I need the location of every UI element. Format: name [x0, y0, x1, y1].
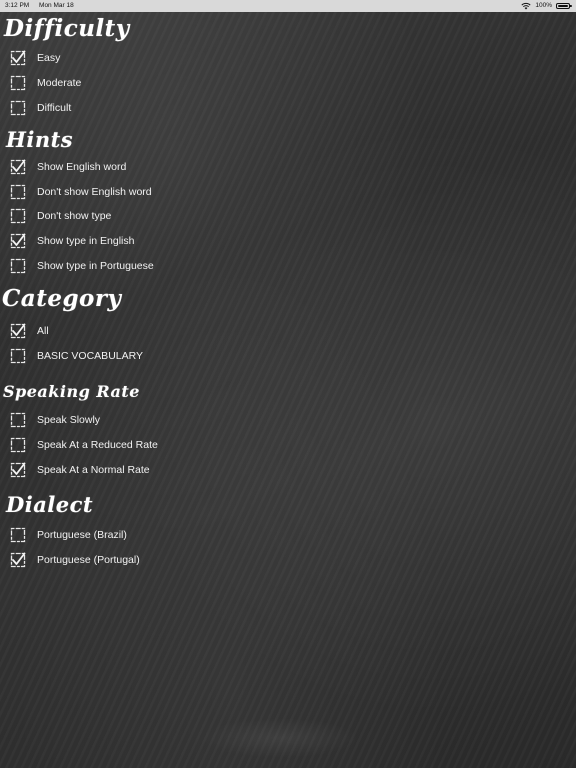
checkbox-icon	[10, 100, 26, 116]
settings-list: Difficulty Easy Moderate Difficult Hints…	[0, 12, 576, 572]
checkbox[interactable]	[10, 75, 26, 91]
option-portuguese-portugal[interactable]: Portuguese (Portugal)	[0, 547, 576, 572]
option-label: Show type in English	[37, 235, 135, 248]
checkbox-icon	[10, 527, 26, 542]
option-moderate[interactable]: Moderate	[0, 71, 576, 96]
option-label: Don't show type	[37, 210, 112, 223]
checkbox-icon	[10, 413, 26, 428]
battery-icon	[556, 3, 572, 9]
option-all[interactable]: All	[0, 318, 576, 343]
section-dialect: Dialect Portuguese (Brazil) Portuguese (…	[0, 482, 576, 572]
option-difficult[interactable]: Difficult	[0, 96, 576, 121]
status-right: 100%	[521, 0, 572, 12]
option-speak-normal-rate[interactable]: Speak At a Normal Rate	[0, 458, 576, 483]
option-label: Portuguese (Brazil)	[37, 528, 127, 541]
section-title-hints: Hints	[6, 127, 74, 153]
section-difficulty: Difficulty Easy Moderate Difficult	[0, 12, 576, 120]
checkbox[interactable]	[10, 50, 26, 66]
option-label: All	[37, 324, 49, 337]
checkbox-icon	[10, 438, 26, 453]
option-label: Show type in Portuguese	[37, 259, 154, 272]
option-label: Don't show English word	[37, 185, 152, 198]
checkbox[interactable]	[10, 233, 26, 249]
option-show-type-english[interactable]: Show type in English	[0, 229, 576, 254]
option-label: Moderate	[37, 77, 82, 90]
checkbox[interactable]	[10, 208, 26, 224]
checkbox[interactable]	[10, 412, 26, 428]
checkbox-icon	[10, 258, 26, 274]
option-dont-show-english-word[interactable]: Don't show English word	[0, 179, 576, 204]
checkmark-icon	[12, 159, 26, 172]
checkbox[interactable]	[10, 462, 26, 478]
checkbox-icon	[10, 348, 26, 363]
status-bar: 3:12 PM Mon Mar 18 100%	[0, 0, 576, 12]
section-title-category: Category	[2, 285, 122, 313]
option-label: Show English word	[37, 160, 127, 173]
status-left: 3:12 PM Mon Mar 18	[5, 0, 82, 12]
status-time: 3:12 PM	[5, 2, 30, 9]
checkmark-icon	[12, 323, 26, 336]
section-category: Category All BASIC VOCABULARY	[0, 278, 576, 368]
option-label: Portuguese (Portugal)	[37, 553, 140, 566]
wifi-icon	[521, 2, 531, 10]
battery-percent: 100%	[535, 2, 552, 9]
option-label: Easy	[37, 52, 61, 65]
option-label: Speak Slowly	[37, 414, 101, 427]
checkbox[interactable]	[10, 258, 26, 274]
option-speak-slowly[interactable]: Speak Slowly	[0, 408, 576, 433]
status-date: Mon Mar 18	[39, 2, 74, 9]
option-portuguese-brazil[interactable]: Portuguese (Brazil)	[0, 522, 576, 547]
option-speak-reduced-rate[interactable]: Speak At a Reduced Rate	[0, 433, 576, 458]
checkmark-icon	[12, 233, 26, 247]
checkmark-icon	[12, 552, 26, 565]
option-show-english-word[interactable]: Show English word	[0, 154, 576, 179]
checkmark-icon	[12, 462, 26, 475]
option-dont-show-type[interactable]: Don't show type	[0, 204, 576, 229]
chalk-smudge	[200, 718, 360, 758]
section-title-difficulty: Difficulty	[4, 15, 130, 42]
checkbox-icon	[10, 76, 26, 91]
checkbox-icon	[10, 209, 26, 224]
option-basic-vocabulary[interactable]: BASIC VOCABULARY	[0, 343, 576, 368]
option-label: Speak At a Normal Rate	[37, 463, 150, 476]
checkmark-icon	[12, 50, 26, 64]
checkbox[interactable]	[10, 323, 26, 339]
option-label: Speak At a Reduced Rate	[37, 439, 158, 452]
section-title-dialect: Dialect	[6, 492, 94, 518]
option-show-type-portuguese[interactable]: Show type in Portuguese	[0, 254, 576, 279]
option-label: Difficult	[37, 101, 72, 114]
option-easy[interactable]: Easy	[0, 46, 576, 71]
checkbox[interactable]	[10, 184, 26, 200]
checkbox[interactable]	[10, 527, 26, 543]
section-hints: Hints Show English word Don't show Engli…	[0, 120, 576, 278]
checkbox[interactable]	[10, 348, 26, 364]
checkbox[interactable]	[10, 552, 26, 568]
checkbox[interactable]	[10, 159, 26, 175]
checkbox[interactable]	[10, 100, 26, 116]
section-speaking-rate: Speaking Rate Speak Slowly Speak At a Re…	[0, 368, 576, 482]
section-title-speaking-rate: Speaking Rate	[3, 381, 140, 401]
option-label: BASIC VOCABULARY	[37, 349, 144, 362]
checkbox-icon	[10, 184, 26, 199]
checkbox[interactable]	[10, 437, 26, 453]
